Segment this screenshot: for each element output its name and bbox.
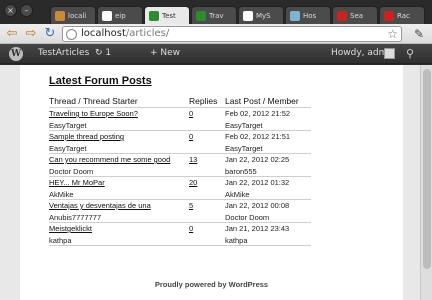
replies-link[interactable]: 13 xyxy=(189,155,197,164)
browser-tab[interactable]: Sea xyxy=(332,6,378,24)
browser-tab[interactable]: locali xyxy=(50,6,96,24)
last-post-member: baron555 xyxy=(225,167,257,176)
last-post-date: Jan 22, 2012 01:32 xyxy=(225,178,290,187)
browser-tab[interactable]: Hos xyxy=(285,6,331,24)
page-viewport: Latest Forum Posts Thread / Thread Start… xyxy=(0,65,420,300)
row-divider xyxy=(49,222,311,223)
tab-favicon-icon xyxy=(337,10,347,21)
row-divider xyxy=(49,153,311,154)
vertical-scrollbar[interactable] xyxy=(420,65,432,300)
tab-favicon-icon xyxy=(196,10,206,21)
tab-strip: locali eip Test Trav MyS Hos Sea Rac xyxy=(50,6,426,24)
bookmark-star-icon[interactable]: ☆ xyxy=(387,27,398,41)
forward-arrow-icon[interactable]: ⇨ xyxy=(24,27,38,41)
scrollbar-thumb[interactable] xyxy=(423,69,431,269)
wp-admin-bar: W TestArticles ↻ 1 + New Howdy, admin ⚲ xyxy=(0,44,432,64)
last-post-member: Doctor Doom xyxy=(225,213,270,222)
replies-link[interactable]: 0 xyxy=(189,109,193,118)
tab-title: Test xyxy=(162,11,176,20)
header-divider xyxy=(49,107,311,108)
thread-link[interactable]: Ventajas y desventajas de una xyxy=(49,201,151,210)
updates-item[interactable]: ↻ 1 xyxy=(95,48,111,58)
avatar[interactable] xyxy=(384,48,395,59)
tab-title: MyS xyxy=(256,11,271,20)
browser-tab[interactable]: Trav xyxy=(191,6,237,24)
tab-title: eip xyxy=(115,11,126,20)
browser-tab[interactable]: Rac xyxy=(379,6,425,24)
browser-tab[interactable]: MyS xyxy=(238,6,284,24)
new-content-item[interactable]: + New xyxy=(150,48,180,58)
tab-favicon-icon xyxy=(384,10,394,21)
tab-favicon-icon xyxy=(102,10,112,21)
row-divider xyxy=(49,130,311,131)
last-post-date: Feb 02, 2012 21:52 xyxy=(225,109,291,118)
thread-starter: Anubis7777777 xyxy=(49,213,102,222)
replies-link[interactable]: 20 xyxy=(189,178,197,187)
tab-favicon-icon xyxy=(243,10,253,21)
replies-link[interactable]: 5 xyxy=(189,201,193,210)
replies-link[interactable]: 0 xyxy=(189,132,193,141)
thread-link[interactable]: Meistgeklickt xyxy=(49,224,92,233)
tab-title: locali xyxy=(68,11,87,20)
last-post-date: Feb 02, 2012 21:51 xyxy=(225,132,291,141)
updates-icon: ↻ xyxy=(95,48,103,58)
row-divider xyxy=(49,199,311,200)
last-post-date: Jan 22, 2012 00:08 xyxy=(225,201,290,210)
updates-count: 1 xyxy=(105,48,112,58)
thread-starter: kathpa xyxy=(49,236,72,245)
forum-title: Latest Forum Posts xyxy=(49,75,152,87)
reload-icon[interactable]: ↻ xyxy=(43,27,57,41)
browser-tab[interactable]: eip xyxy=(97,6,143,24)
tab-title: Hos xyxy=(303,11,317,20)
header-replies: Replies xyxy=(189,96,218,106)
last-post-member: kathpa xyxy=(225,236,248,245)
tab-title: Trav xyxy=(209,11,224,20)
content-area: Latest Forum Posts Thread / Thread Start… xyxy=(20,65,403,300)
tab-favicon-icon xyxy=(149,10,159,21)
title-bar: × – locali eip Test Trav MyS Hos Sea Rac xyxy=(0,0,432,24)
thread-link[interactable]: Traveling to Europe Soon? xyxy=(49,109,138,118)
address-bar[interactable]: localhost/articles/ ☆ xyxy=(62,26,402,42)
minimize-window-icon[interactable]: – xyxy=(20,4,33,17)
tab-favicon-icon xyxy=(290,10,300,21)
tab-title: Sea xyxy=(350,11,364,20)
last-post-member: EasyTarget xyxy=(225,121,263,130)
wordpress-logo-icon[interactable]: W xyxy=(9,47,23,61)
last-post-date: Jan 21, 2012 23:43 xyxy=(225,224,290,233)
thread-starter: EasyTarget xyxy=(49,121,87,130)
tab-title: Rac xyxy=(397,11,410,20)
close-window-icon[interactable]: × xyxy=(4,4,17,17)
browser-tab[interactable]: Test xyxy=(144,6,190,24)
new-label: New xyxy=(160,48,181,58)
browser-toolbar: ⇦ ⇨ ↻ localhost/articles/ ☆ ✎ xyxy=(0,24,432,44)
replies-link[interactable]: 0 xyxy=(189,224,193,233)
site-name-link[interactable]: TestArticles xyxy=(38,48,89,58)
search-icon[interactable]: ⚲ xyxy=(406,47,414,60)
last-post-member: AkMike xyxy=(225,190,250,199)
tab-favicon-icon xyxy=(55,10,65,21)
thread-link[interactable]: Can you recommend me some good xyxy=(49,155,170,164)
last-post-member: EasyTarget xyxy=(225,144,263,153)
wrench-icon[interactable]: ✎ xyxy=(411,27,427,41)
window-controls: × – xyxy=(4,4,33,17)
thread-starter: EasyTarget xyxy=(49,144,87,153)
thread-link[interactable]: Sample thread posting xyxy=(49,132,124,141)
globe-icon xyxy=(66,29,77,40)
url-text: localhost/articles/ xyxy=(81,28,170,39)
row-divider xyxy=(49,176,311,177)
last-post-date: Jan 22, 2012 02:25 xyxy=(225,155,290,164)
header-last-post: Last Post / Member xyxy=(225,96,299,106)
back-arrow-icon[interactable]: ⇦ xyxy=(5,27,19,41)
footer-credit[interactable]: Proudly powered by WordPress xyxy=(20,280,403,289)
thread-starter: Doctor Doom xyxy=(49,167,94,176)
thread-starter: AkMike xyxy=(49,190,74,199)
thread-link[interactable]: HEY... Mr MoPar xyxy=(49,178,105,187)
header-thread: Thread / Thread Starter xyxy=(49,96,138,106)
row-divider xyxy=(49,245,311,246)
